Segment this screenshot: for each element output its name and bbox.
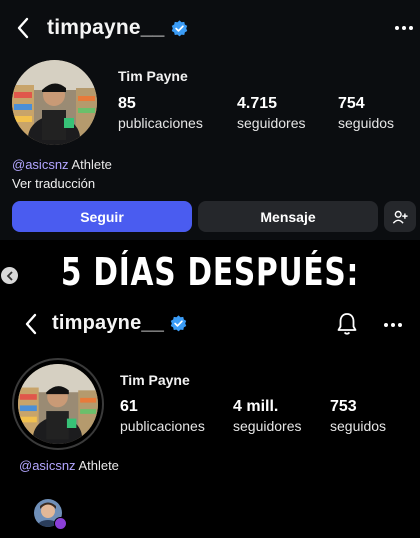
more-horizontal-icon xyxy=(384,323,388,327)
profile-avatar[interactable] xyxy=(12,60,97,145)
profile-header: timpayne__ xyxy=(0,6,420,50)
stat-value: 85 xyxy=(118,95,136,112)
stat-following[interactable]: 754 seguidos xyxy=(338,95,394,131)
stat-value: 753 xyxy=(330,398,357,415)
verified-badge-icon xyxy=(171,19,187,36)
follow-button[interactable]: Seguir xyxy=(12,201,192,232)
stat-label: publicaciones xyxy=(120,418,205,434)
back-button[interactable] xyxy=(12,17,34,39)
stat-label: seguidos xyxy=(338,115,395,131)
chevron-left-icon xyxy=(25,313,37,335)
stat-label: publicaciones xyxy=(118,115,203,131)
avatar-photo xyxy=(18,364,98,444)
previous-arrow-button[interactable] xyxy=(1,267,18,284)
message-button[interactable]: Mensaje xyxy=(198,201,378,232)
add-person-icon xyxy=(392,210,408,224)
chevron-left-icon xyxy=(17,17,29,39)
stat-posts[interactable]: 85 publicaciones xyxy=(118,95,203,131)
stat-followers[interactable]: 4.715 seguidores xyxy=(237,95,306,131)
bell-icon[interactable] xyxy=(336,312,358,336)
username-text: timpayne__ xyxy=(52,312,165,334)
bio-line: @asicsnz Athlete xyxy=(19,458,119,473)
avatar-photo xyxy=(12,60,97,145)
see-translation-link[interactable]: Ver traducción xyxy=(12,176,95,191)
more-options-button[interactable] xyxy=(395,26,413,30)
stat-followers[interactable]: 4 mill. seguidores xyxy=(233,398,302,434)
profile-name: Tim Payne xyxy=(118,68,188,84)
profile-after: timpayne__ Tim Payne 61 publicaciones 4 … xyxy=(0,300,420,538)
stat-value: 4.715 xyxy=(237,95,278,112)
profile-name: Tim Payne xyxy=(120,372,190,388)
profile-avatar[interactable] xyxy=(18,364,98,444)
bio-text: Athlete xyxy=(75,458,119,473)
stat-value: 4 mill. xyxy=(233,398,279,415)
stat-value: 61 xyxy=(120,398,138,415)
username-title: timpayne__ xyxy=(52,312,187,335)
bio-line: @asicsnz Athlete xyxy=(12,157,112,172)
verified-badge-icon xyxy=(170,315,187,332)
profile-before: timpayne__ Tim Payne 85 publicaciones 4.… xyxy=(0,0,420,240)
username-text: timpayne__ xyxy=(47,16,165,39)
username-title: timpayne__ xyxy=(47,16,188,40)
highlight-badge-icon xyxy=(54,517,67,530)
more-horizontal-icon xyxy=(395,26,399,30)
stat-posts[interactable]: 61 publicaciones xyxy=(120,398,205,434)
suggest-people-button[interactable] xyxy=(384,201,416,232)
stat-label: seguidores xyxy=(237,115,306,131)
bio-mention-link[interactable]: @asicsnz xyxy=(19,458,76,473)
bio-text: Athlete xyxy=(68,157,112,172)
stat-label: seguidores xyxy=(233,418,302,434)
caption-text: 5 DÍAS DESPUÉS: xyxy=(60,250,360,294)
more-options-button[interactable] xyxy=(384,323,402,327)
chevron-left-icon xyxy=(6,270,13,281)
back-button[interactable] xyxy=(20,313,42,335)
stat-value: 754 xyxy=(338,95,365,112)
bio-mention-link[interactable]: @asicsnz xyxy=(12,157,69,172)
stat-label: seguidos xyxy=(330,418,387,434)
stat-following[interactable]: 753 seguidos xyxy=(330,398,386,434)
